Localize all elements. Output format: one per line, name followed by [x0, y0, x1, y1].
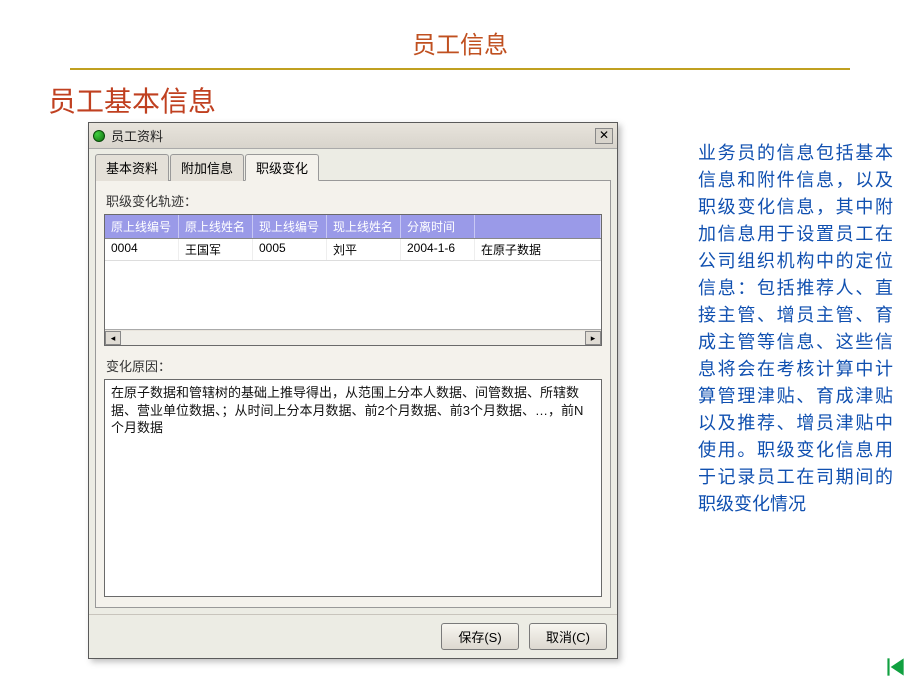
section-title: 员工基本信息: [0, 70, 920, 120]
cell: 2004-1-6: [401, 239, 475, 260]
button-bar: 保存(S) 取消(C): [89, 614, 617, 658]
cell: 在原子数据: [475, 239, 601, 260]
col-header[interactable]: 原上线姓名: [179, 215, 253, 238]
tab-level-change[interactable]: 职级变化: [245, 154, 319, 181]
scroll-right-icon[interactable]: ▸: [585, 331, 601, 345]
track-label: 职级变化轨迹：: [106, 191, 602, 210]
cell: 王国军: [179, 239, 253, 260]
tab-extra[interactable]: 附加信息: [170, 154, 244, 181]
col-header[interactable]: 现上线姓名: [327, 215, 401, 238]
tabs: 基本资料 附加信息 职级变化: [89, 149, 617, 180]
scroll-left-icon[interactable]: ◂: [105, 331, 121, 345]
titlebar: 员工资料 ✕: [89, 123, 617, 149]
col-header[interactable]: 分离时间: [401, 215, 475, 238]
side-description: 业务员的信息包括基本信息和附件信息，以及职级变化信息，其中附加信息用于设置员工在…: [698, 122, 893, 659]
table-row[interactable]: 0004 王国军 0005 刘平 2004-1-6 在原子数据: [105, 239, 601, 261]
save-button[interactable]: 保存(S): [441, 623, 519, 650]
content-row: 员工资料 ✕ 基本资料 附加信息 职级变化 职级变化轨迹： 原上线编号 原上线姓…: [0, 120, 920, 659]
app-icon: [93, 130, 105, 142]
col-header[interactable]: [475, 215, 601, 238]
scroll-track[interactable]: [121, 331, 585, 345]
cell: 刘平: [327, 239, 401, 260]
employee-dialog: 员工资料 ✕ 基本资料 附加信息 职级变化 职级变化轨迹： 原上线编号 原上线姓…: [88, 122, 618, 659]
tab-basic[interactable]: 基本资料: [95, 154, 169, 181]
cell: 0004: [105, 239, 179, 260]
reason-textarea[interactable]: 在原子数据和管辖树的基础上推导得出，从范围上分本人数据、间管数据、所辖数据、营业…: [104, 379, 602, 597]
grid-header: 原上线编号 原上线姓名 现上线编号 现上线姓名 分离时间: [105, 215, 601, 239]
tab-body: 职级变化轨迹： 原上线编号 原上线姓名 现上线编号 现上线姓名 分离时间 000…: [95, 180, 611, 608]
col-header[interactable]: 原上线编号: [105, 215, 179, 238]
page-title: 员工信息: [0, 0, 920, 68]
col-header[interactable]: 现上线编号: [253, 215, 327, 238]
close-icon[interactable]: ✕: [595, 128, 613, 144]
cell: 0005: [253, 239, 327, 260]
grid-scrollbar[interactable]: ◂ ▸: [105, 329, 601, 345]
go-end-icon[interactable]: [882, 654, 908, 680]
reason-label: 变化原因：: [106, 356, 602, 375]
cancel-button[interactable]: 取消(C): [529, 623, 607, 650]
grid-body[interactable]: 0004 王国军 0005 刘平 2004-1-6 在原子数据: [105, 239, 601, 329]
titlebar-text: 员工资料: [111, 126, 595, 145]
grid: 原上线编号 原上线姓名 现上线编号 现上线姓名 分离时间 0004 王国军 00…: [104, 214, 602, 346]
